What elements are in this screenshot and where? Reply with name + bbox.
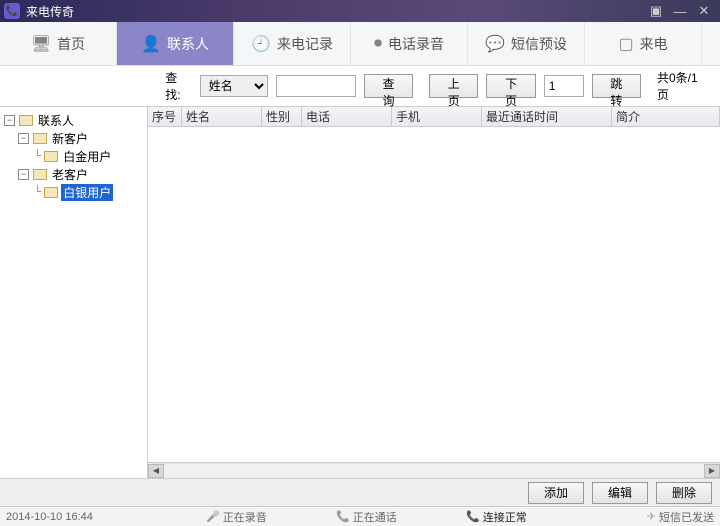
- tab-label: 来电: [640, 34, 668, 54]
- tab-label: 短信预设: [511, 34, 567, 54]
- folder-icon: [44, 151, 58, 162]
- tab-label: 联系人: [167, 34, 209, 54]
- page-number-input[interactable]: [544, 75, 584, 97]
- status-time: 2014-10-10 16:44: [6, 511, 206, 523]
- collapse-icon[interactable]: −: [18, 133, 29, 144]
- tab-recordings[interactable]: ⏺ 电话录音: [351, 22, 468, 65]
- collapse-icon[interactable]: −: [4, 115, 15, 126]
- tab-incoming[interactable]: ▢ 来电: [585, 22, 702, 65]
- tab-label: 首页: [57, 34, 85, 54]
- scroll-right-icon[interactable]: ▶: [704, 464, 720, 478]
- scroll-track[interactable]: [164, 464, 704, 478]
- tab-bar: 🖥 首页 👤 联系人 🕘 来电记录 ⏺ 电话录音 💬 短信预设 ▢ 来电: [0, 22, 720, 66]
- grid-header: 序号 姓名 性别 电话 手机 最近通话时间 简介: [148, 107, 720, 127]
- message-icon: 💬: [485, 34, 505, 54]
- col-name[interactable]: 姓名: [182, 107, 262, 126]
- close-button[interactable]: ✕: [692, 2, 716, 20]
- search-field-select[interactable]: 姓名: [200, 75, 268, 97]
- tree-label: 新客户: [50, 130, 90, 147]
- phone-icon: 📞: [336, 510, 350, 523]
- prev-page-button[interactable]: 上页: [429, 74, 478, 98]
- tree-node-old[interactable]: − 老客户: [2, 165, 145, 183]
- record-icon: ⏺: [374, 35, 382, 53]
- app-icon: 📞: [4, 3, 20, 19]
- search-input[interactable]: [276, 75, 356, 97]
- restore-button[interactable]: ▣: [644, 2, 668, 20]
- col-gender[interactable]: 性别: [262, 107, 302, 126]
- folder-icon: [19, 115, 33, 126]
- action-bar: 添加 编辑 删除: [0, 478, 720, 506]
- scroll-left-icon[interactable]: ◀: [148, 464, 164, 478]
- status-calling: 📞正在通话: [336, 509, 466, 525]
- folder-icon: [44, 187, 58, 198]
- tab-label: 电话录音: [388, 34, 444, 54]
- col-mobile[interactable]: 手机: [392, 107, 482, 126]
- search-bar: 查找: 姓名 查询 上页 下页 跳转 共0条/1页: [0, 66, 720, 106]
- tab-contacts[interactable]: 👤 联系人: [117, 22, 234, 65]
- tab-sms-preset[interactable]: 💬 短信预设: [468, 22, 585, 65]
- phone-icon: 📞: [466, 510, 480, 523]
- tab-call-log[interactable]: 🕘 来电记录: [234, 22, 351, 65]
- tree-connector: └: [34, 149, 41, 163]
- tree-node-new[interactable]: − 新客户: [2, 129, 145, 147]
- tree-label: 联系人: [36, 112, 76, 129]
- tab-label: 来电记录: [277, 34, 333, 54]
- page-info: 共0条/1页: [657, 69, 708, 103]
- window-icon: ▢: [618, 34, 633, 54]
- status-sms: ✈短信已发送: [596, 509, 714, 525]
- tree-leaf-platinum[interactable]: └ 白金用户: [2, 147, 145, 165]
- status-bar: 2014-10-10 16:44 🎤正在录音 📞正在通话 📞连接正常 ✈短信已发…: [0, 506, 720, 526]
- window-title: 来电传奇: [26, 3, 644, 20]
- col-index[interactable]: 序号: [148, 107, 182, 126]
- contact-tree: − 联系人 − 新客户 └ 白金用户 − 老客户 └ 白银用户: [0, 107, 148, 478]
- tree-connector: └: [34, 185, 41, 199]
- tree-leaf-silver[interactable]: └ 白银用户: [2, 183, 145, 201]
- tree-label: 白金用户: [61, 148, 113, 165]
- edit-button[interactable]: 编辑: [592, 482, 648, 504]
- minimize-button[interactable]: —: [668, 2, 692, 20]
- tree-label: 老客户: [50, 166, 90, 183]
- add-button[interactable]: 添加: [528, 482, 584, 504]
- tab-home[interactable]: 🖥 首页: [0, 22, 117, 65]
- status-recording: 🎤正在录音: [206, 509, 336, 525]
- folder-icon: [33, 169, 47, 180]
- status-connected: 📞连接正常: [466, 509, 596, 525]
- search-label: 查找:: [165, 69, 191, 103]
- grid-body[interactable]: [148, 127, 720, 462]
- col-phone[interactable]: 电话: [302, 107, 392, 126]
- monitor-icon: 🖥: [31, 34, 51, 54]
- mic-icon: 🎤: [206, 510, 220, 523]
- tree-root[interactable]: − 联系人: [2, 111, 145, 129]
- person-icon: 👤: [141, 34, 161, 54]
- next-page-button[interactable]: 下页: [486, 74, 535, 98]
- tree-label-selected: 白银用户: [61, 184, 113, 201]
- col-intro[interactable]: 简介: [612, 107, 720, 126]
- search-button[interactable]: 查询: [364, 74, 413, 98]
- main-area: − 联系人 − 新客户 └ 白金用户 − 老客户 └ 白银用户 序号 姓名: [0, 106, 720, 478]
- horizontal-scrollbar[interactable]: ◀ ▶: [148, 462, 720, 478]
- jump-page-button[interactable]: 跳转: [592, 74, 641, 98]
- title-bar: 📞 来电传奇 ▣ — ✕: [0, 0, 720, 22]
- data-grid: 序号 姓名 性别 电话 手机 最近通话时间 简介 ◀ ▶: [148, 107, 720, 478]
- send-icon: ✈: [647, 510, 656, 523]
- collapse-icon[interactable]: −: [18, 169, 29, 180]
- clock-icon: 🕘: [251, 34, 271, 54]
- delete-button[interactable]: 删除: [656, 482, 712, 504]
- folder-icon: [33, 133, 47, 144]
- col-lastcall[interactable]: 最近通话时间: [482, 107, 612, 126]
